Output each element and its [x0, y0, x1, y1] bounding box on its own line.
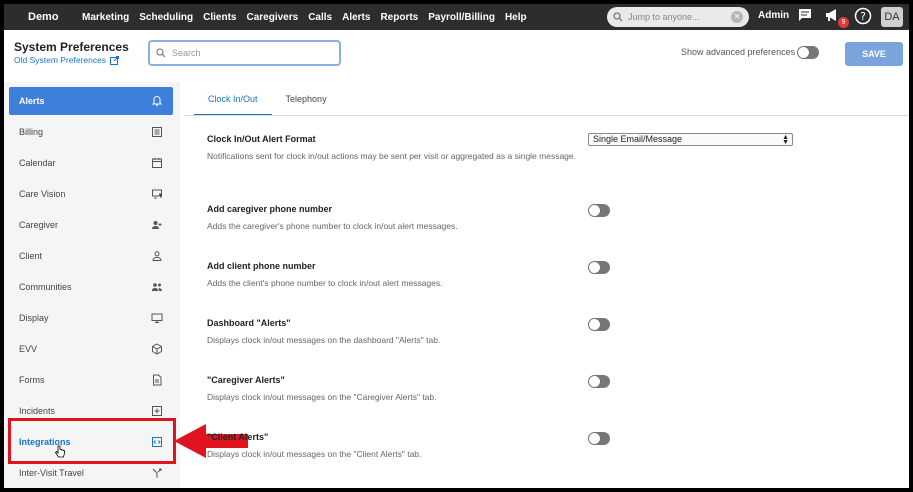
notification-badge: 9 — [838, 17, 849, 28]
caregiver-phone-toggle[interactable] — [588, 204, 610, 217]
external-link-icon — [110, 55, 120, 65]
sidebar-item-caregiver[interactable]: Caregiver — [9, 211, 173, 239]
brand-logo[interactable]: Demo — [4, 11, 82, 23]
sidebar-item-calendar[interactable]: Calendar — [9, 149, 173, 177]
setting-description: Notifications sent for clock in/out acti… — [207, 151, 576, 161]
setting-description: Displays clock in/out messages on the "C… — [207, 392, 437, 402]
setting-title: Add caregiver phone number — [207, 204, 333, 214]
sidebar-item-care-vision[interactable]: Care Vision — [9, 180, 173, 208]
calendar-icon — [152, 158, 162, 168]
nav-reports[interactable]: Reports — [380, 12, 418, 23]
settings-tabs: Clock In/Out Telephony — [194, 90, 341, 116]
setting-caregiver-phone: Add caregiver phone number Adds the care… — [207, 204, 587, 233]
avatar[interactable]: DA — [881, 7, 903, 27]
setting-dashboard-alerts: Dashboard "Alerts" Displays clock in/out… — [207, 318, 587, 347]
nav-payroll-billing[interactable]: Payroll/Billing — [428, 12, 495, 23]
svg-text:?: ? — [860, 10, 866, 23]
client-phone-toggle[interactable] — [588, 261, 610, 274]
select-arrows-icon: ▲ ▼ — [782, 134, 789, 146]
nav-scheduling[interactable]: Scheduling — [139, 12, 193, 23]
sidebar-item-label: Forms — [19, 375, 45, 385]
nav-alerts[interactable]: Alerts — [342, 12, 370, 23]
annotation-highlight-box — [8, 418, 176, 464]
setting-description: Displays clock in/out messages on the da… — [207, 335, 441, 345]
plus-box-icon — [152, 406, 162, 416]
setting-description: Displays clock in/out messages on the "C… — [207, 449, 422, 459]
nav-caregivers[interactable]: Caregivers — [246, 12, 298, 23]
setting-caregiver-alerts: "Caregiver Alerts" Displays clock in/out… — [207, 375, 587, 404]
sidebar-item-label: Communities — [19, 282, 72, 292]
sidebar-item-label: Incidents — [19, 406, 56, 416]
setting-description: Adds the client's phone number to clock … — [207, 278, 443, 288]
group-icon — [151, 283, 162, 291]
nav-help[interactable]: Help — [505, 12, 527, 23]
cube-icon — [152, 343, 162, 355]
split-arrow-icon — [152, 468, 162, 478]
sidebar-item-label: Inter-Visit Travel — [19, 468, 84, 478]
sidebar-item-label: Calendar — [19, 158, 56, 168]
sidebar-item-communities[interactable]: Communities — [9, 273, 173, 301]
sidebar-item-label: EVV — [19, 344, 38, 354]
setting-title: Add client phone number — [207, 261, 316, 271]
tab-telephony[interactable]: Telephony — [272, 90, 341, 116]
sidebar-item-label: Alerts — [19, 96, 45, 106]
sidebar-item-forms[interactable]: Forms — [9, 366, 173, 394]
clear-icon[interactable]: ✕ — [731, 11, 743, 23]
sidebar-item-display[interactable]: Display — [9, 304, 173, 332]
app-window: Demo Marketing Scheduling Clients Caregi… — [4, 4, 909, 488]
setting-title: "Caregiver Alerts" — [207, 375, 285, 385]
admin-menu[interactable]: Admin — [758, 10, 789, 21]
nav-clients[interactable]: Clients — [203, 12, 236, 23]
care-vision-icon — [152, 189, 162, 199]
receipt-icon — [152, 127, 162, 137]
client-alerts-toggle[interactable] — [588, 432, 610, 445]
sidebar-item-evv[interactable]: EVV — [9, 335, 173, 363]
caregiver-icon — [152, 221, 162, 229]
nav-calls[interactable]: Calls — [308, 12, 332, 23]
sidebar-item-label: Billing — [19, 127, 44, 137]
setting-alert-format: Clock In/Out Alert Format Notifications … — [207, 134, 587, 163]
alert-format-select[interactable]: Single Email/Message ▲ ▼ — [588, 133, 793, 146]
caregiver-alerts-toggle[interactable] — [588, 375, 610, 388]
sidebar-item-label: Caregiver — [19, 220, 59, 230]
setting-title: "Client Alerts" — [207, 432, 269, 442]
document-icon — [153, 374, 162, 386]
alert-format-value: Single Email/Message — [593, 134, 683, 144]
page-title: System Preferences — [14, 40, 129, 54]
sidebar-item-label: Care Vision — [19, 189, 66, 199]
sidebar-item-label: Display — [19, 313, 49, 323]
setting-title: Dashboard "Alerts" — [207, 318, 291, 328]
bell-icon — [151, 95, 163, 106]
jump-placeholder: Jump to anyone... — [628, 12, 700, 22]
sidebar-item-billing[interactable]: Billing — [9, 118, 173, 146]
search-icon — [156, 48, 166, 58]
tab-divider — [184, 115, 909, 116]
sidebar-item-alerts[interactable]: Alerts — [9, 87, 173, 115]
chat-icon[interactable] — [797, 7, 813, 23]
sidebar-item-label: Client — [19, 251, 43, 261]
nav-marketing[interactable]: Marketing — [82, 12, 129, 23]
person-icon — [152, 251, 162, 261]
sidebar-item-client[interactable]: Client — [9, 242, 173, 270]
dashboard-alerts-toggle[interactable] — [588, 318, 610, 331]
setting-client-phone: Add client phone number Adds the client'… — [207, 261, 587, 290]
search-placeholder: Search — [172, 48, 201, 58]
jump-search-input[interactable]: Jump to anyone... ✕ — [607, 7, 749, 27]
setting-title: Clock In/Out Alert Format — [207, 134, 316, 144]
old-preferences-label: Old System Preferences — [14, 55, 107, 65]
setting-description: Adds the caregiver's phone number to clo… — [207, 221, 458, 231]
setting-client-alerts: "Client Alerts" Displays clock in/out me… — [207, 432, 587, 461]
preferences-search-input[interactable]: Search — [148, 40, 341, 66]
advanced-preferences-label: Show advanced preferences — [681, 47, 796, 57]
top-navbar: Demo Marketing Scheduling Clients Caregi… — [4, 4, 909, 30]
advanced-preferences-toggle[interactable] — [797, 46, 819, 59]
help-icon[interactable]: ? — [854, 7, 872, 25]
save-button[interactable]: SAVE — [845, 42, 903, 66]
search-icon — [613, 12, 623, 22]
old-preferences-link[interactable]: Old System Preferences — [14, 55, 120, 65]
monitor-icon — [151, 313, 163, 323]
tab-clock-in-out[interactable]: Clock In/Out — [194, 90, 272, 116]
